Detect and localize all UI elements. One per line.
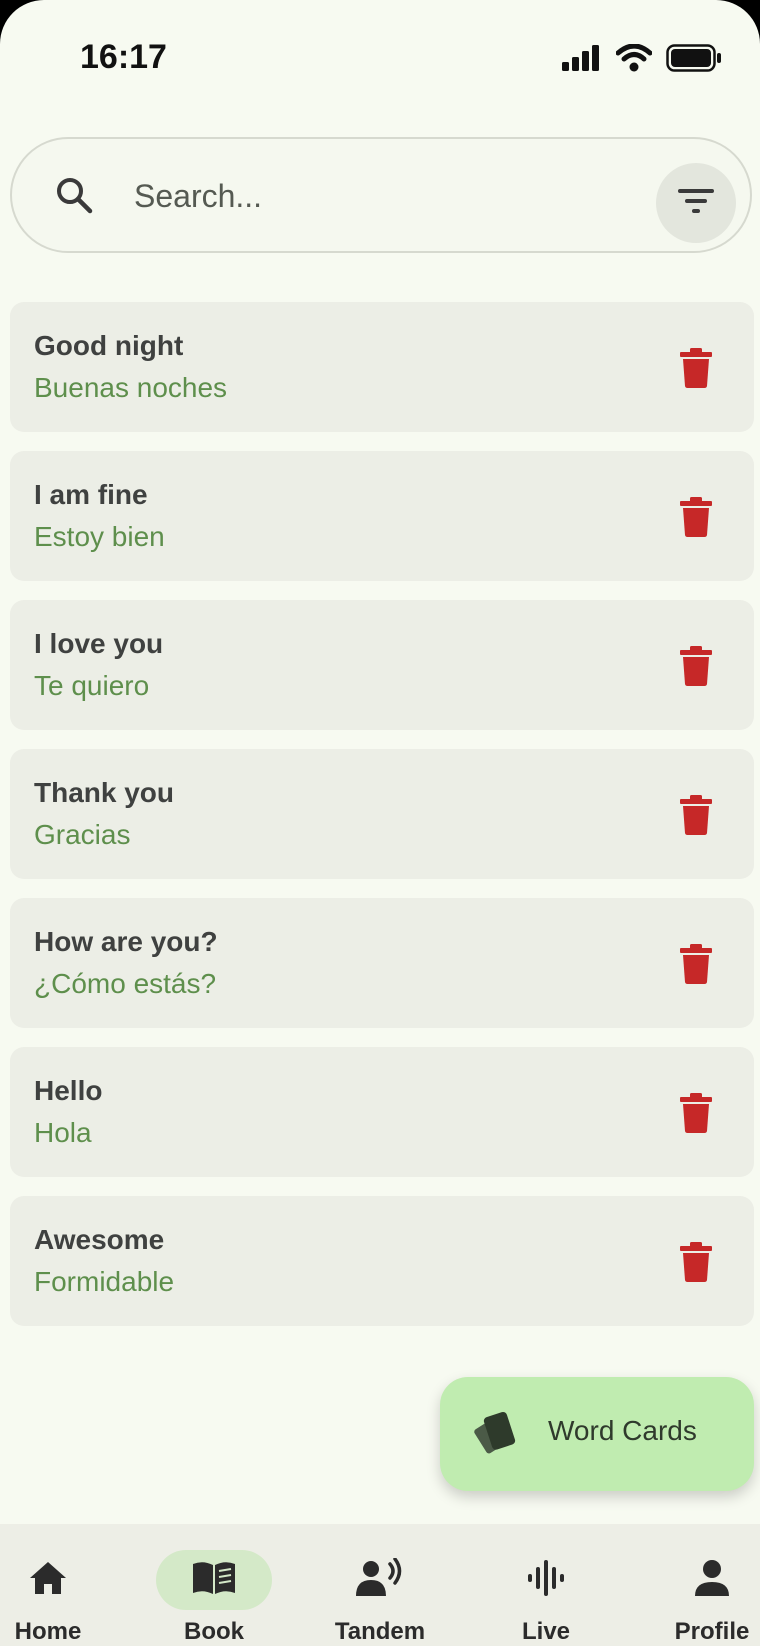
word-term: Awesome: [34, 1224, 165, 1255]
nav-icon-container: [156, 1550, 272, 1610]
screen: 16:17 Search... Good night Buenas noches…: [0, 0, 760, 1646]
trash-icon: [678, 497, 714, 541]
home-icon: [28, 1560, 68, 1601]
delete-button[interactable]: [678, 348, 714, 388]
search-input[interactable]: [132, 169, 616, 223]
word-card[interactable]: Awesome Formidable: [10, 1196, 754, 1326]
filter-icon: [676, 186, 716, 221]
nav-label: Live: [521, 1618, 571, 1645]
status-time: 16:17: [80, 38, 167, 76]
trash-icon: [678, 348, 714, 392]
word-card[interactable]: I am fine Estoy bien: [10, 451, 754, 581]
word-term: I am fine: [34, 479, 148, 510]
delete-button[interactable]: [678, 1093, 714, 1133]
word-translation: ¿Cómo estás?: [34, 968, 217, 999]
filter-button[interactable]: [656, 163, 736, 243]
nav-label: Profile: [674, 1618, 750, 1645]
word-list: Good night Buenas noches I am fine Estoy bi…: [10, 302, 754, 1345]
word-translation: Hola: [34, 1117, 92, 1148]
book-icon: [190, 1560, 238, 1601]
word-term: Hello: [34, 1075, 103, 1106]
delete-button[interactable]: [678, 795, 714, 835]
battery-icon: [666, 44, 721, 72]
nav-icon-container: [0, 1550, 106, 1610]
trash-icon: [678, 944, 714, 988]
word-cards-button[interactable]: Word Cards: [440, 1377, 754, 1491]
cellular-signal-icon: [562, 45, 599, 71]
wifi-icon: [616, 44, 652, 72]
word-term: How are you?: [34, 926, 218, 957]
nav-label: Tandem: [334, 1618, 426, 1645]
trash-icon: [678, 1093, 714, 1137]
word-term: I love you: [34, 628, 164, 659]
nav-item-book[interactable]: Book: [138, 1524, 290, 1646]
bottom-navigation: Home Book Tandem Live Profile: [0, 1524, 760, 1646]
status-icons: [562, 44, 722, 72]
search-bar: [10, 137, 752, 253]
status-bar: 16:17: [0, 0, 760, 110]
word-cards-label: Word Cards: [548, 1415, 697, 1446]
tandem-speaker-icon: [356, 1556, 404, 1603]
delete-button[interactable]: [678, 646, 714, 686]
word-card[interactable]: I love you Te quiero: [10, 600, 754, 730]
nav-item-profile[interactable]: Profile: [636, 1524, 760, 1646]
word-translation: Gracias: [34, 819, 131, 850]
word-card[interactable]: Hello Hola: [10, 1047, 754, 1177]
nav-item-live[interactable]: Live: [470, 1524, 622, 1646]
word-translation: Buenas noches: [34, 372, 228, 403]
trash-icon: [678, 646, 714, 690]
nav-label: Home: [14, 1618, 82, 1645]
cards-icon: [472, 1411, 520, 1460]
nav-item-tandem[interactable]: Tandem: [304, 1524, 456, 1646]
word-term: Thank you: [34, 777, 175, 808]
nav-icon-container: [322, 1550, 438, 1610]
nav-icon-container: [488, 1550, 604, 1610]
word-card[interactable]: How are you? ¿Cómo estás?: [10, 898, 754, 1028]
audio-wave-icon: [526, 1558, 566, 1603]
delete-button[interactable]: [678, 1242, 714, 1282]
person-icon: [693, 1559, 731, 1602]
nav-icon-container: [654, 1550, 760, 1610]
trash-icon: [678, 795, 714, 839]
nav-label: Book: [184, 1618, 244, 1645]
word-translation: Formidable: [34, 1266, 175, 1297]
trash-icon: [678, 1242, 714, 1286]
word-card[interactable]: Good night Buenas noches: [10, 302, 754, 432]
word-translation: Estoy bien: [34, 521, 165, 552]
delete-button[interactable]: [678, 497, 714, 537]
delete-button[interactable]: [678, 944, 714, 984]
nav-item-home[interactable]: Home: [0, 1524, 124, 1646]
word-term: Good night: [34, 330, 184, 361]
search-icon: [54, 175, 94, 220]
word-card[interactable]: Thank you Gracias: [10, 749, 754, 879]
word-translation: Te quiero: [34, 670, 150, 701]
